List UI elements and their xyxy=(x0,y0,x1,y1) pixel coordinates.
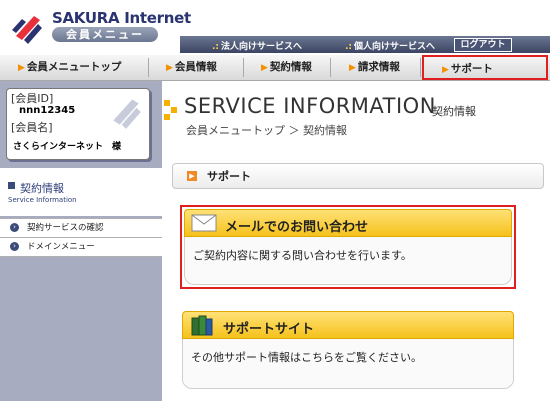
arrow-icon: ▶ xyxy=(166,63,173,73)
member-id-label: [会員ID] xyxy=(11,92,54,105)
tab-member-info[interactable]: ▶ 会員情報 xyxy=(166,55,217,80)
books-icon xyxy=(191,315,213,336)
member-menu-badge: 会員メニュー xyxy=(52,27,158,42)
arrow-icon: ▶ xyxy=(261,63,268,73)
logout-button[interactable]: ログアウト xyxy=(454,38,512,52)
square-icon xyxy=(8,182,15,189)
email-inquiry-text: ご契約内容に関する問い合わせを行います。 xyxy=(193,249,412,262)
member-name: さくらインターネット 様 xyxy=(13,142,122,152)
arrow-square-icon: ▶ xyxy=(187,171,197,181)
email-inquiry-body: ご契約内容に関する問い合わせを行います。 xyxy=(184,237,512,285)
brand-name[interactable]: SAKURA Internet xyxy=(52,9,191,27)
page-subtitle: 契約情報 xyxy=(432,105,476,118)
section-header: ▶ サポート xyxy=(172,163,544,189)
envelope-icon xyxy=(191,214,217,232)
tab-member-top[interactable]: ▶ 会員メニュートップ xyxy=(18,55,121,80)
circle-arrow-icon: › xyxy=(10,242,19,251)
dot-icon: .: xyxy=(212,42,220,52)
sakura-logo-icon xyxy=(12,16,42,44)
support-site-text: その他サポート情報はこちらをご覧ください。 xyxy=(191,351,422,364)
sakura-watermark-icon xyxy=(113,99,141,129)
sidebar-section-subtitle: Service Information xyxy=(8,196,77,204)
email-inquiry-card[interactable]: メールでのお問い合わせ ご契約内容に関する問い合わせを行います。 xyxy=(180,205,516,289)
main-nav: ▶ 会員メニュートップ ▶ 会員情報 ▶ 契約情報 ▶ 請求情報 ▶ サポート xyxy=(0,55,550,81)
arrow-icon: ▶ xyxy=(442,65,449,75)
section-title: サポート xyxy=(207,170,251,183)
tab-contract-info[interactable]: ▶ 契約情報 xyxy=(261,55,312,80)
support-site-header[interactable]: サポートサイト xyxy=(182,311,514,339)
email-inquiry-title[interactable]: メールでのお問い合わせ xyxy=(225,216,368,235)
member-id: nnn12345 xyxy=(19,105,76,116)
arrow-icon: ▶ xyxy=(18,63,25,73)
title-marker-icon xyxy=(164,100,177,120)
dot-icon: .: xyxy=(345,42,353,52)
member-name-label: [会員名] xyxy=(11,121,53,134)
support-site-title[interactable]: サポートサイト xyxy=(223,318,314,337)
breadcrumb[interactable]: 会員メニュートップ ＞ 契約情報 xyxy=(186,122,347,138)
corporate-services-link[interactable]: .: 法人向けサービスへ xyxy=(212,39,302,52)
tab-support[interactable]: ▶ サポート xyxy=(422,55,548,80)
page-title: SERVICE INFORMATION xyxy=(184,94,436,118)
sidebar-item-contract-check[interactable]: › 契約サービスの確認 xyxy=(0,218,162,237)
personal-services-link[interactable]: .: 個人向けサービスへ xyxy=(345,39,435,52)
sidebar-section-title: 契約情報 xyxy=(20,182,64,195)
member-info-box: [会員ID] nnn12345 [会員名] さくらインターネット 様 xyxy=(6,88,150,160)
tab-billing-info[interactable]: ▶ 請求情報 xyxy=(349,55,400,80)
email-inquiry-header[interactable]: メールでのお問い合わせ xyxy=(184,209,512,237)
support-site-body: その他サポート情報はこちらをご覧ください。 xyxy=(182,339,514,389)
circle-arrow-icon: › xyxy=(10,223,19,232)
sidebar-item-domain-menu[interactable]: › ドメインメニュー xyxy=(0,237,162,257)
arrow-icon: ▶ xyxy=(349,63,356,73)
